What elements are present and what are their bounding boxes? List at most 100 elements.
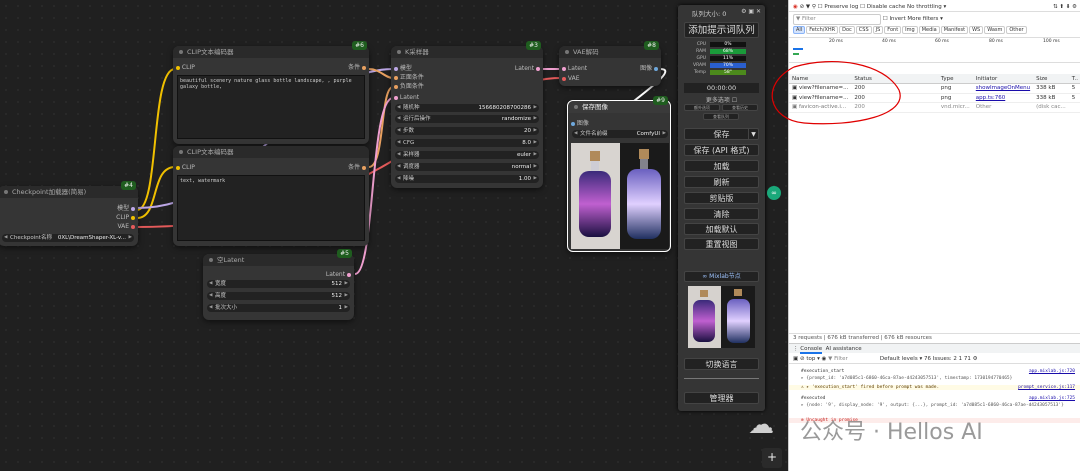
console-line[interactable]: ▸ {prompt_id: 'a7d085c1-6860-46ca-87ae-d… [789, 376, 1080, 381]
type-font[interactable]: Font [884, 26, 902, 34]
type-ws[interactable]: WS [969, 26, 984, 34]
prompt-textarea[interactable]: beautiful scenery nature glass bottle la… [177, 75, 365, 139]
more-options-checkbox[interactable]: 更多选项 ☐ [684, 95, 759, 104]
type-wasm[interactable]: Wasm [984, 26, 1006, 34]
issues-counter[interactable]: 76 Issues: 2 1 71 [924, 356, 971, 362]
vae-output-port[interactable]: VAE [117, 223, 135, 230]
type-manifest[interactable]: Manifest [940, 26, 969, 34]
image-output-port[interactable]: 图像 [640, 65, 658, 72]
preserve-log-checkbox[interactable]: Preserve log [824, 4, 858, 10]
clip-text-encode-negative-node[interactable]: CLIP文本编码器 CLIP 条件 text, watermark [173, 146, 369, 246]
latent-output-port[interactable]: Latent [326, 271, 351, 278]
reset-view-button[interactable]: 重置视图 [684, 238, 759, 250]
steps-widget[interactable]: 步数20 [395, 127, 539, 135]
image-input-port[interactable]: 图像 [571, 120, 589, 127]
record-icon[interactable]: ◉ [793, 4, 798, 10]
load-default-button[interactable]: 加载默认 [684, 223, 759, 235]
console-tab[interactable]: Console [800, 346, 823, 354]
network-filter-input[interactable]: ▼ Filter [793, 14, 881, 25]
console-filter-input[interactable]: ▼ Filter [828, 355, 878, 364]
batch-size-widget[interactable]: 批次大小1 [207, 304, 350, 312]
refresh-button[interactable]: 刷新 [684, 176, 759, 188]
console-warning-line[interactable]: ⚠ ▸ 'execution_start' fired before promp… [789, 385, 1080, 390]
latent-input-port[interactable]: Latent [562, 65, 587, 72]
type-all[interactable]: All [793, 26, 806, 34]
type-media[interactable]: Media [918, 26, 940, 34]
vae-decode-node[interactable]: VAE解码 #8 Latent VAE 图像 [559, 41, 661, 86]
cfg-widget[interactable]: CFG8.0 [395, 139, 539, 147]
save-image-node[interactable]: 保存图像 #9 图像 文件名前缀ComfyUI [567, 96, 671, 252]
mixlab-preview-image[interactable] [688, 286, 755, 348]
filter-icon[interactable]: ▼ [806, 4, 810, 10]
positive-input-port[interactable]: 正面条件 [394, 74, 424, 81]
ksampler-node[interactable]: K采样器 #3 模型 正面条件 负面条件 Latent Latent 随机种15… [391, 41, 543, 188]
height-widget[interactable]: 高度512 [207, 292, 350, 300]
mixlab-nodes-button[interactable]: ∞ Mixlab节点 [684, 271, 759, 282]
latent-input-port[interactable]: Latent [394, 94, 419, 101]
panel-settings-icon[interactable]: ⚙ ▣ ✕ [741, 8, 761, 15]
queue-prompt-button[interactable]: 添加提示词队列 [684, 22, 759, 38]
filename-prefix-widget[interactable]: 文件名前缀ComfyUI [572, 130, 668, 138]
negative-input-port[interactable]: 负面条件 [394, 83, 424, 90]
console-line[interactable]: ▸ {node: '9', display_node: '9', output:… [789, 403, 1080, 408]
load-button[interactable]: 加载 [684, 160, 759, 172]
type-css[interactable]: CSS [855, 26, 872, 34]
view-history-button[interactable]: 查看历史 [722, 104, 758, 111]
search-icon[interactable]: ⚲ [812, 4, 816, 10]
switch-language-button[interactable]: 切换语言 [684, 358, 759, 370]
conditioning-output-port[interactable]: 条件 [348, 164, 366, 171]
type-fetch[interactable]: Fetch/XHR [806, 26, 839, 34]
type-js[interactable]: JS [872, 26, 884, 34]
sidebar-toggle-icon[interactable]: ▣ [793, 356, 798, 362]
save-api-button[interactable]: 保存 (API 格式) [684, 144, 759, 156]
disable-cache-checkbox[interactable]: Disable cache [867, 4, 905, 10]
eye-icon[interactable]: ◉ [822, 356, 827, 362]
width-widget[interactable]: 宽度512 [207, 280, 350, 288]
node-canvas[interactable]: CLIP文本编码器 #6 CLIP 条件 beautiful scenery n… [0, 0, 788, 471]
clip-input-port[interactable]: CLIP [176, 64, 195, 71]
clip-text-encode-positive-node[interactable]: CLIP文本编码器 #6 CLIP 条件 beautiful scenery n… [173, 41, 369, 144]
vae-input-port[interactable]: VAE [562, 75, 580, 82]
negative-prompt-textarea[interactable]: text, watermark [177, 175, 365, 241]
context-select[interactable]: top ▾ [806, 356, 820, 362]
console-settings-icon[interactable]: ⚙ [973, 356, 978, 362]
type-doc[interactable]: Doc [839, 26, 855, 34]
latent-output-port[interactable]: Latent [515, 65, 540, 72]
invert-checkbox[interactable]: Invert [889, 16, 905, 22]
seed-widget[interactable]: 随机种156680208700286 [395, 104, 539, 112]
denoise-widget[interactable]: 降噪1.00 [395, 175, 539, 183]
clear-icon[interactable]: ⊘ [800, 4, 805, 10]
empty-latent-node[interactable]: 空Latent #5 Latent 宽度512 高度512 批次大小1 [203, 249, 354, 320]
type-other[interactable]: Other [1006, 26, 1027, 34]
manager-button[interactable]: 管理器 [684, 392, 759, 404]
extra-options-button[interactable]: 额外选项 [684, 104, 720, 111]
scheduler-widget[interactable]: 调度器normal [395, 163, 539, 171]
clip-output-port[interactable]: CLIP [116, 214, 135, 221]
type-img[interactable]: Img [902, 26, 918, 34]
checkpoint-loader-node[interactable]: Checkpoint加载器(简易) #4 模型 CLIP VAE Checkpo… [0, 181, 138, 246]
clipspace-button[interactable]: 剪贴版 [684, 192, 759, 204]
clip-input-port[interactable]: CLIP [176, 164, 195, 171]
col-type[interactable]: Type [937, 74, 973, 84]
clear-button[interactable]: 清除 [684, 208, 759, 220]
col-time[interactable]: T.. [1068, 74, 1080, 84]
col-size[interactable]: Size [1033, 74, 1069, 84]
model-output-port[interactable]: 模型 [117, 205, 135, 212]
add-button[interactable]: + [762, 448, 782, 468]
console-clear-icon[interactable]: ⊘ [800, 356, 805, 362]
more-filters-button[interactable]: More filters ▾ [907, 16, 943, 22]
ai-assistance-tab[interactable]: AI assistance [826, 346, 862, 352]
sampler-widget[interactable]: 采样器euler [395, 151, 539, 159]
chat-bubble-icon[interactable]: ∞ [767, 186, 781, 200]
network-settings-icon[interactable]: ⇅ ⬆ ⬇ ⚙ [1053, 2, 1077, 12]
throttling-select[interactable]: No throttling [907, 4, 942, 10]
control-after-widget[interactable]: 运行后操作randomize [395, 115, 539, 123]
conditioning-output-port[interactable]: 条件 [348, 64, 366, 71]
model-input-port[interactable]: 模型 [394, 65, 412, 72]
view-queue-button[interactable]: 查看队列 [703, 113, 739, 120]
checkpoint-name-widget[interactable]: Checkpoint名称0XL\DreamShaper-XL-v... [2, 234, 134, 242]
output-preview-image[interactable] [571, 143, 669, 249]
log-levels-select[interactable]: Default levels ▾ [880, 356, 922, 362]
save-button[interactable]: 保存 ▼ [684, 128, 759, 140]
col-initiator[interactable]: Initiator [972, 74, 1034, 84]
